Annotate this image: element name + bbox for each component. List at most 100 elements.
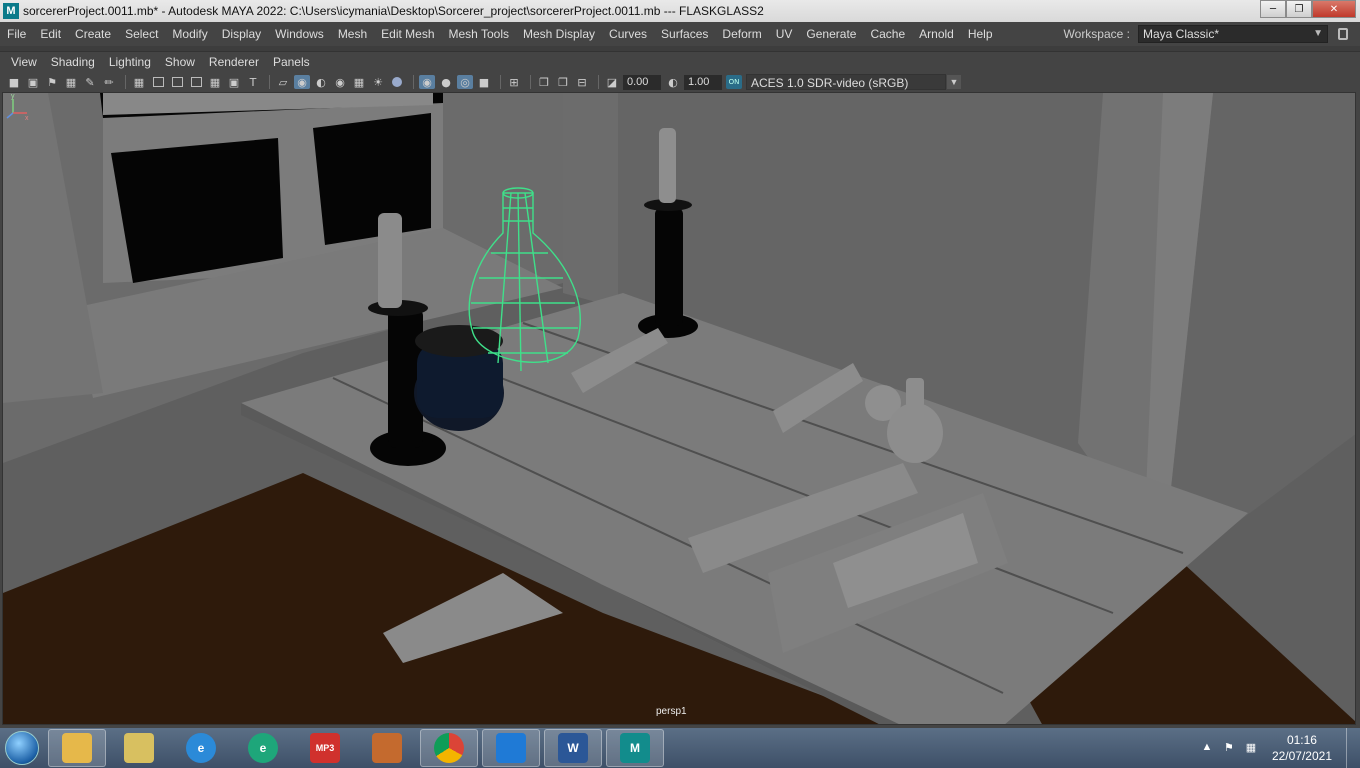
- xray-icon[interactable]: ❐: [536, 75, 552, 89]
- use-all-lights-icon[interactable]: ☀: [370, 75, 386, 89]
- chevron-down-icon: ▼: [1313, 28, 1323, 39]
- panel-menu-show[interactable]: Show: [158, 55, 202, 69]
- toolbar-separator: [500, 75, 501, 89]
- menu-arnold[interactable]: Arnold: [912, 27, 961, 41]
- menu-uv[interactable]: UV: [769, 27, 800, 41]
- axis-x-label: x: [25, 115, 29, 121]
- taskbar-toolbox[interactable]: [358, 729, 416, 767]
- show-desktop-button[interactable]: [1346, 728, 1360, 768]
- action-center-icon[interactable]: ⚑: [1222, 741, 1236, 755]
- word-icon: W: [558, 733, 588, 763]
- menu-file[interactable]: File: [0, 27, 33, 41]
- wireframe-on-shaded-icon[interactable]: ◉: [332, 75, 348, 89]
- axis-gizmo: y x: [6, 93, 29, 121]
- two-d-pan-icon[interactable]: ✎: [82, 75, 98, 89]
- start-button[interactable]: [0, 728, 44, 768]
- taskbar-chrome[interactable]: [420, 729, 478, 767]
- safe-action-icon[interactable]: ▣: [226, 75, 242, 89]
- menu-surfaces[interactable]: Surfaces: [654, 27, 715, 41]
- menu-mesh-tools[interactable]: Mesh Tools: [442, 27, 516, 41]
- resolution-gate-icon[interactable]: [169, 75, 185, 89]
- isolate-select-icon[interactable]: ⊞: [506, 75, 522, 89]
- toolbar-separator: [598, 75, 599, 89]
- anti-aliasing-icon[interactable]: ◎: [457, 75, 473, 89]
- menu-create[interactable]: Create: [68, 27, 118, 41]
- bookmark-icon[interactable]: ⚑: [44, 75, 60, 89]
- menu-display[interactable]: Display: [215, 27, 268, 41]
- motion-blur-icon[interactable]: ●: [438, 75, 454, 89]
- menu-windows[interactable]: Windows: [268, 27, 331, 41]
- toolbar-separator: [530, 75, 531, 89]
- menu-edit-mesh[interactable]: Edit Mesh: [374, 27, 441, 41]
- taskbar-explorer[interactable]: [48, 729, 106, 767]
- grid-icon[interactable]: ▦: [131, 75, 147, 89]
- lock-icon[interactable]: [1338, 28, 1348, 40]
- taskbar-mp3[interactable]: MP3: [296, 729, 354, 767]
- candle-left: [378, 213, 402, 308]
- xray-joints-icon[interactable]: ❐: [555, 75, 571, 89]
- xray-components-icon[interactable]: ⊟: [574, 75, 590, 89]
- panel-menu-renderer[interactable]: Renderer: [202, 55, 266, 69]
- maya-app-icon: M: [3, 3, 19, 19]
- smooth-shade-icon[interactable]: ◉: [294, 75, 310, 89]
- panel-menu-view[interactable]: View: [4, 55, 44, 69]
- panel-menu-shading[interactable]: Shading: [44, 55, 102, 69]
- taskbar-paint[interactable]: [110, 729, 168, 767]
- close-button[interactable]: ✕: [1312, 0, 1356, 18]
- color-management-toggle-icon[interactable]: ON: [726, 75, 742, 89]
- axis-y-label: y: [11, 93, 15, 100]
- view-transform-dropdown[interactable]: ACES 1.0 SDR-video (sRGB) ▼: [746, 74, 961, 90]
- camera-select-icon[interactable]: ■: [6, 75, 22, 89]
- maximize-button[interactable]: ❐: [1286, 0, 1312, 18]
- paint-icon: [124, 733, 154, 763]
- default-material-icon[interactable]: ◐: [313, 75, 329, 89]
- clock[interactable]: 01:16 22/07/2021: [1272, 732, 1332, 764]
- camera-attributes-icon[interactable]: ▣: [25, 75, 41, 89]
- window-pane-right: [313, 113, 431, 245]
- show-hidden-icons-icon[interactable]: ▲: [1200, 741, 1214, 755]
- depth-of-field-icon[interactable]: ■: [476, 75, 492, 89]
- menu-edit[interactable]: Edit: [33, 27, 68, 41]
- gamma-field[interactable]: 1.00: [684, 74, 722, 90]
- exposure-field[interactable]: 0.00: [623, 74, 661, 90]
- workspace-dropdown[interactable]: Maya Classic* ▼: [1138, 25, 1328, 43]
- grease-pencil-icon[interactable]: ✏: [101, 75, 117, 89]
- network-icon[interactable]: ▦: [1244, 741, 1258, 755]
- maya-icon: M: [620, 733, 650, 763]
- gate-mask-icon[interactable]: [188, 75, 204, 89]
- menu-deform[interactable]: Deform: [715, 27, 768, 41]
- taskbar-ie[interactable]: e: [172, 729, 230, 767]
- menu-mesh-display[interactable]: Mesh Display: [516, 27, 602, 41]
- internet-explorer-icon: e: [186, 733, 216, 763]
- chevron-down-icon: ▼: [947, 75, 961, 89]
- taskbar-edge[interactable]: e: [234, 729, 292, 767]
- menu-mesh[interactable]: Mesh: [331, 27, 374, 41]
- menu-curves[interactable]: Curves: [602, 27, 654, 41]
- title-bar: M sorcererProject.0011.mb* - Autodesk MA…: [0, 0, 1360, 22]
- menu-modify[interactable]: Modify: [165, 27, 214, 41]
- gamma-icon[interactable]: ◐: [665, 75, 681, 89]
- field-chart-icon[interactable]: ▦: [207, 75, 223, 89]
- panel-toolbar: ■ ▣ ⚑ ▦ ✎ ✏ ▦ ▦ ▣ T ▱ ◉ ◐ ◉ ▦ ☀ ◉ ● ◎ ■ …: [0, 72, 1360, 92]
- screen-space-ao-icon[interactable]: ◉: [419, 75, 435, 89]
- safe-title-icon[interactable]: T: [245, 75, 261, 89]
- film-gate-icon[interactable]: [150, 75, 166, 89]
- menu-select[interactable]: Select: [118, 27, 165, 41]
- panel-menu-bar: View Shading Lighting Show Renderer Pane…: [0, 52, 1360, 72]
- perspective-viewport[interactable]: y x persp1: [2, 92, 1356, 725]
- shadows-icon[interactable]: [389, 75, 405, 89]
- panel-menu-lighting[interactable]: Lighting: [102, 55, 158, 69]
- textured-icon[interactable]: ▦: [351, 75, 367, 89]
- taskbar-maya[interactable]: M: [606, 729, 664, 767]
- menu-generate[interactable]: Generate: [799, 27, 863, 41]
- panel-menu-panels[interactable]: Panels: [266, 55, 317, 69]
- toolbar-separator: [413, 75, 414, 89]
- exposure-icon[interactable]: ◪: [604, 75, 620, 89]
- taskbar-vscode[interactable]: [482, 729, 540, 767]
- minimize-button[interactable]: ─: [1260, 0, 1286, 18]
- taskbar-word[interactable]: W: [544, 729, 602, 767]
- menu-help[interactable]: Help: [961, 27, 1000, 41]
- menu-cache[interactable]: Cache: [863, 27, 912, 41]
- wireframe-icon[interactable]: ▱: [275, 75, 291, 89]
- image-plane-icon[interactable]: ▦: [63, 75, 79, 89]
